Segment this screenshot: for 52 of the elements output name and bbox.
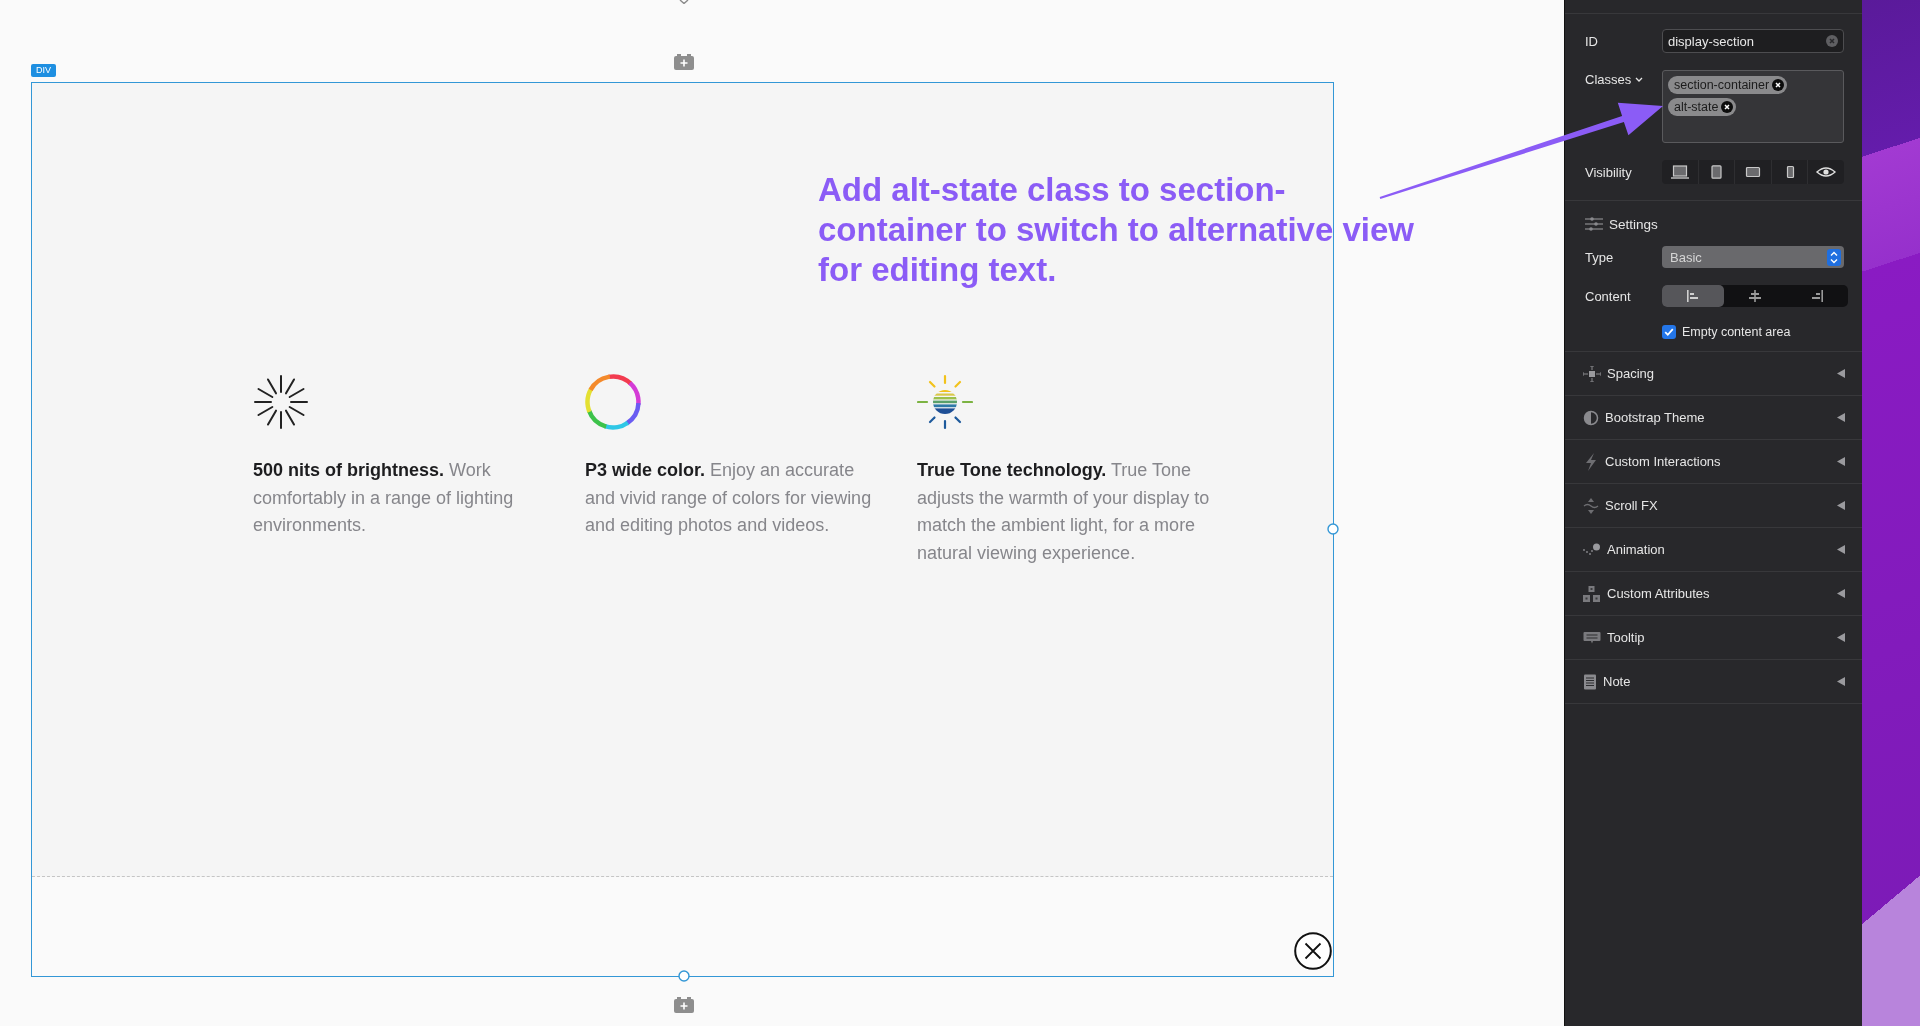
tablet-landscape-icon[interactable] [1743, 165, 1763, 179]
id-field[interactable]: display-section [1662, 29, 1844, 53]
checkbox-label: Empty content area [1682, 325, 1791, 339]
field-label: Content [1585, 288, 1632, 304]
scroll-arrows-icon [1583, 497, 1599, 514]
squares-icon [1583, 585, 1601, 602]
class-tag[interactable]: alt-state [1668, 98, 1737, 116]
chevron-down-icon [1635, 77, 1644, 82]
classes-field[interactable]: section-container alt-state [1662, 70, 1844, 143]
remove-icon[interactable] [1772, 79, 1785, 91]
sunburst-icon [253, 374, 309, 430]
align-right-icon [1810, 290, 1824, 302]
color-ring-icon [585, 374, 641, 430]
panel-section-header[interactable]: Custom Attributes [1565, 572, 1862, 616]
panel-section-header[interactable]: Tooltip [1565, 616, 1862, 660]
caret-icon [679, 0, 689, 4]
alignment-option[interactable] [1662, 285, 1724, 307]
class-tag[interactable]: section-container [1668, 76, 1788, 94]
feature-description: 500 nits of brightness. Work comfortably in a range of lighting environments. [253, 459, 515, 537]
align-left-icon [1686, 290, 1700, 302]
panel-section-header[interactable]: Bootstrap Theme [1565, 396, 1862, 440]
type-select[interactable]: Basic [1662, 246, 1844, 268]
lightning-icon [1583, 452, 1599, 471]
add-section-icon[interactable] [674, 997, 694, 1013]
annotation-text: Add alt-state class to section-container to switch to alternative view for editing text. [818, 170, 1415, 290]
align-center-icon [1748, 290, 1762, 302]
document-icon [1583, 673, 1597, 690]
field-label: Type [1585, 249, 1615, 265]
striped-sun-icon [917, 374, 973, 430]
laptop-icon[interactable] [1669, 165, 1690, 179]
add-section-icon[interactable] [674, 54, 694, 70]
feature-description: P3 wide color. Enjoy an accurate and vivid range of colors for viewing and editing photos and videos. [585, 459, 873, 537]
field-label: ID [1585, 33, 1599, 49]
panel-section-header[interactable]: Spacing [1565, 352, 1862, 396]
sliders-icon [1585, 217, 1603, 231]
close-icon[interactable] [1294, 932, 1332, 970]
feature-description: True Tone technology. True Tone adjusts the warmth of your display to match the ambient light, for a more natural viewing experience. [917, 459, 1211, 565]
section-title: Settings [1609, 216, 1658, 232]
resize-handle[interactable] [1327, 523, 1339, 535]
spacing-icon [1583, 365, 1601, 382]
clear-icon[interactable] [1826, 35, 1838, 47]
contrast-icon [1583, 409, 1599, 426]
remove-icon[interactable] [1721, 101, 1734, 113]
element-tag: DIV [31, 64, 56, 77]
classes-dropdown[interactable]: Classes [1585, 72, 1644, 87]
resize-handle[interactable] [678, 970, 690, 982]
eye-icon[interactable] [1816, 165, 1837, 179]
motion-dots-icon [1583, 542, 1601, 557]
field-label: Visibility [1585, 164, 1633, 180]
panel-section-header[interactable]: Note [1565, 660, 1862, 704]
stepper-icon [1827, 248, 1841, 266]
checkbox[interactable] [1662, 325, 1676, 339]
